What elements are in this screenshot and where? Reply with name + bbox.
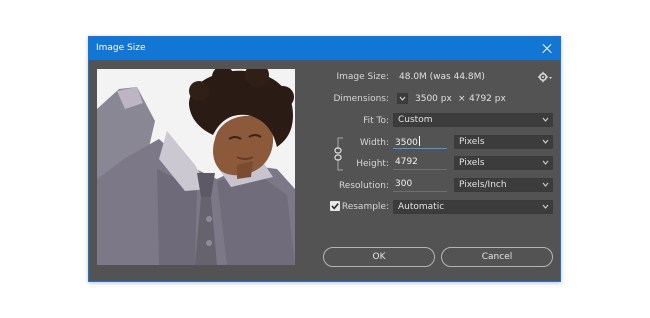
resample-label[interactable]: Resample: (342, 202, 389, 212)
width-label: Width: (359, 138, 389, 148)
resample-checkbox[interactable] (330, 201, 340, 211)
height-label: Height: (356, 159, 389, 169)
close-icon[interactable] (534, 37, 560, 60)
chevron-down-icon (542, 117, 549, 122)
chevron-down-icon (399, 96, 406, 101)
resolution-label: Resolution: (338, 181, 389, 191)
chevron-down-icon (542, 139, 549, 144)
dimensions-unit-menu[interactable] (397, 93, 408, 104)
dialog-title: Image Size (96, 43, 146, 53)
width-unit-select[interactable]: Pixels (454, 135, 553, 149)
dimensions-width: 3500 px (415, 94, 452, 104)
resample-method-value: Automatic (398, 202, 445, 212)
chevron-down-icon (542, 182, 549, 187)
image-size-label: Image Size: (336, 72, 389, 82)
height-unit-value: Pixels (459, 158, 485, 168)
height-unit-select[interactable]: Pixels (454, 156, 553, 170)
height-value: 4792 (395, 157, 418, 167)
image-size-dialog: Image Size Image Size: 48.0M (was 44.8M)… (88, 36, 561, 282)
gear-icon[interactable] (538, 71, 552, 83)
width-unit-value: Pixels (459, 137, 485, 147)
dimensions-label: Dimensions: (333, 94, 389, 104)
height-input[interactable]: 4792 (393, 156, 447, 170)
chevron-down-icon (542, 204, 549, 209)
title-bar[interactable]: Image Size (89, 37, 560, 60)
cancel-button[interactable]: Cancel (441, 247, 553, 267)
ok-button[interactable]: OK (323, 247, 435, 267)
resolution-value: 300 (395, 179, 413, 189)
link-proportions-icon[interactable] (331, 137, 347, 171)
image-size-value: 48.0M (was 44.8M) (399, 72, 485, 82)
chevron-down-icon (542, 160, 549, 165)
dimensions-times: × (458, 94, 466, 104)
checkmark-icon (331, 203, 339, 210)
width-input[interactable]: 3500 (393, 135, 447, 149)
fit-to-label: Fit To: (363, 116, 389, 126)
image-preview[interactable] (97, 69, 295, 265)
fit-to-value: Custom (398, 115, 433, 125)
resolution-input[interactable]: 300 (393, 178, 447, 192)
fit-to-select[interactable]: Custom (393, 113, 553, 127)
resolution-unit-value: Pixels/Inch (459, 180, 507, 190)
dimensions-height: 4792 px (469, 94, 506, 104)
resample-method-select[interactable]: Automatic (393, 200, 553, 214)
resolution-unit-select[interactable]: Pixels/Inch (454, 178, 553, 192)
preview-photo (97, 69, 295, 265)
width-value: 3500 (395, 138, 418, 148)
